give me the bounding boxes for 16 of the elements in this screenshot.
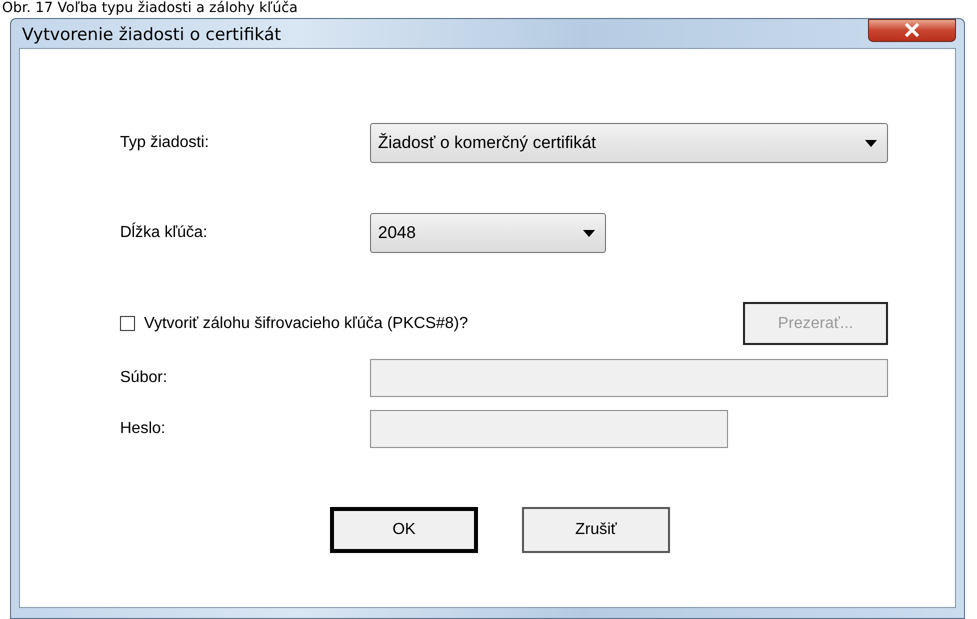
checkbox[interactable] xyxy=(120,316,135,331)
field-label: Heslo: xyxy=(120,420,166,438)
field-label: Typ žiadosti: xyxy=(120,134,210,152)
figure-caption: Obr. 17 Voľba typu žiadosti a zálohy kľúča xyxy=(1,0,299,16)
close-icon xyxy=(903,22,921,38)
caret-icon xyxy=(865,140,877,146)
window-title: Vytvorenie žiadosti o certifikát xyxy=(21,24,282,44)
caret-icon xyxy=(583,230,595,236)
ok-button[interactable]: OK xyxy=(330,507,478,553)
checkbox-label: Vytvoriť zálohu šifrovacieho kľúča (PKCS#8)? xyxy=(144,314,468,332)
cancel-button[interactable]: Zrušiť xyxy=(522,507,670,553)
field-label: Dĺžka kľúča: xyxy=(120,224,208,242)
field-label: Súbor: xyxy=(120,369,168,387)
key-length-dropdown[interactable]: 2048 xyxy=(370,213,606,253)
request-type-dropdown[interactable]: Žiadosť o komerčný certifikát xyxy=(370,123,888,163)
close-button[interactable] xyxy=(868,18,956,42)
